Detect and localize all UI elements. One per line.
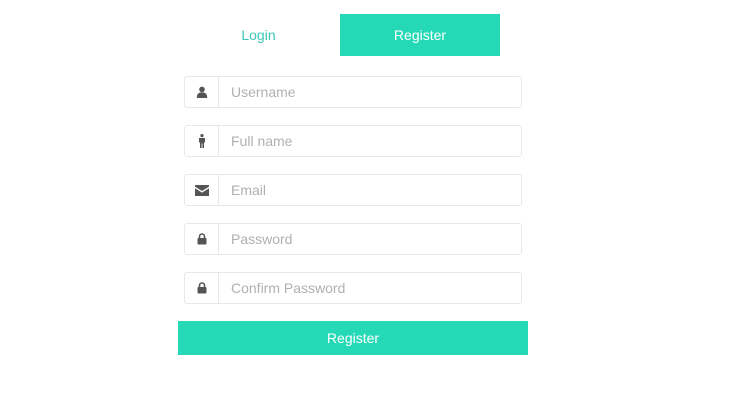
password-input[interactable]: [219, 224, 521, 254]
register-button[interactable]: Register: [178, 321, 528, 355]
full-name-input-group: [184, 125, 522, 157]
username-input-group: [184, 76, 522, 108]
tab-login[interactable]: Login: [178, 14, 339, 56]
full-name-input[interactable]: [219, 126, 521, 156]
tab-register[interactable]: Register: [340, 14, 500, 56]
person-icon: [185, 126, 219, 156]
email-input-group: [184, 174, 522, 206]
user-icon: [185, 77, 219, 107]
lock-icon: [185, 224, 219, 254]
username-input[interactable]: [219, 77, 521, 107]
confirm-password-input-group: [184, 272, 522, 304]
envelope-icon: [185, 175, 219, 205]
password-input-group: [184, 223, 522, 255]
email-input[interactable]: [219, 175, 521, 205]
confirm-password-input[interactable]: [219, 273, 521, 303]
lock-icon: [185, 273, 219, 303]
